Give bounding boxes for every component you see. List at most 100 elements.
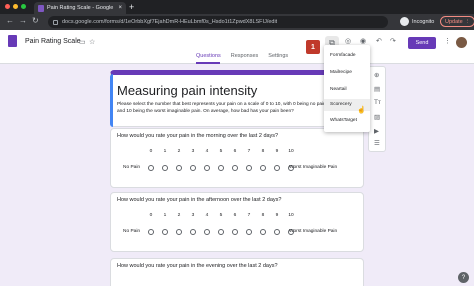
- add-title-icon[interactable]: Tт: [374, 99, 381, 106]
- scale-number: 7: [247, 149, 251, 154]
- back-icon[interactable]: ←: [6, 16, 14, 25]
- question-toolbar: ⊕ ▤ Tт ▨ ▶ ☰: [368, 66, 386, 152]
- scale-radio-2[interactable]: [176, 229, 182, 235]
- active-tab-indicator: [196, 62, 220, 64]
- close-tab-icon[interactable]: ×: [118, 5, 122, 11]
- scale-number: 6: [233, 149, 237, 154]
- scale-radio-1[interactable]: [162, 229, 168, 235]
- scale-radio-5[interactable]: [218, 165, 224, 171]
- scale-radio-8[interactable]: [260, 229, 266, 235]
- scale-radio-3[interactable]: [190, 229, 196, 235]
- scale-number: 0: [149, 149, 153, 154]
- scale-radio-5[interactable]: [218, 229, 224, 235]
- form-heading[interactable]: Measuring pain intensity: [117, 83, 257, 98]
- scale-radio-7[interactable]: [246, 165, 252, 171]
- redo-icon[interactable]: ↷: [390, 37, 396, 45]
- scale-radio-0[interactable]: [148, 165, 154, 171]
- scale-number: 5: [219, 149, 223, 154]
- undo-icon[interactable]: ↶: [376, 37, 382, 45]
- scale-radio-9[interactable]: [274, 165, 280, 171]
- palette-icon[interactable]: ◎: [345, 37, 351, 45]
- incognito-label: Incognito: [412, 18, 435, 25]
- send-button[interactable]: Send: [408, 37, 436, 49]
- form-title[interactable]: Pain Rating Scale: [25, 38, 81, 45]
- scale-number: 6: [233, 213, 237, 218]
- browser-tab[interactable]: Pain Rating Scale - Google Form ×: [34, 2, 126, 14]
- more-options-icon[interactable]: ⋮: [444, 37, 451, 45]
- address-bar-row: ← → ↻ docs.google.com/forms/d/1eOrbbXgf7…: [0, 14, 474, 30]
- incognito-icon: [400, 17, 409, 26]
- google-forms-logo-icon[interactable]: [8, 35, 17, 47]
- scale-radio-2[interactable]: [176, 165, 182, 171]
- update-button[interactable]: Update ⋮: [440, 16, 474, 27]
- close-window-dot[interactable]: [5, 4, 10, 9]
- folder-icon[interactable]: ▭: [79, 38, 86, 46]
- linear-scale: 0 1 2 3 4 5 6 7 8 9 10 No Pain Worst Imaginable Pain: [111, 129, 365, 189]
- new-tab-button[interactable]: +: [129, 2, 134, 12]
- question-card[interactable]: How would you rate your pain in the even…: [110, 258, 364, 286]
- form-description[interactable]: Please select the number that best repre…: [117, 102, 327, 115]
- add-image-icon[interactable]: ▨: [374, 113, 380, 121]
- lock-icon: [53, 19, 58, 25]
- pointer-cursor-icon: ☝: [357, 107, 366, 114]
- maximize-window-dot[interactable]: [21, 4, 26, 9]
- update-label: Update: [445, 18, 463, 25]
- tab-responses[interactable]: Responses: [231, 53, 259, 59]
- scale-high-label: Worst Imaginable Pain: [289, 229, 338, 234]
- menu-item-mailrecipe[interactable]: Mailrecipe: [330, 70, 352, 75]
- reload-icon[interactable]: ↻: [32, 16, 39, 25]
- import-questions-icon[interactable]: ▤: [374, 85, 380, 93]
- scale-radio-7[interactable]: [246, 229, 252, 235]
- star-icon[interactable]: ☆: [89, 38, 95, 46]
- scale-number: 5: [219, 213, 223, 218]
- incognito-indicator[interactable]: Incognito: [400, 17, 434, 26]
- tab-questions[interactable]: Questions: [196, 53, 221, 59]
- addons-menu: Formfacade Mailrecipe Neartail Scorecery…: [324, 45, 370, 132]
- scale-number: 3: [191, 213, 195, 218]
- forward-icon[interactable]: →: [19, 16, 27, 25]
- step-badge: 1: [306, 40, 320, 54]
- minimize-window-dot[interactable]: [13, 4, 18, 9]
- tab-settings[interactable]: Settings: [268, 53, 288, 59]
- browser-tab-bar: Pain Rating Scale - Google Form × +: [0, 0, 474, 14]
- scale-number: 10: [288, 149, 294, 154]
- tab-title: Pain Rating Scale - Google Form: [47, 5, 115, 11]
- scale-radio-6[interactable]: [232, 165, 238, 171]
- question-card[interactable]: How would you rate your pain in the afte…: [110, 192, 364, 252]
- menu-item-whatstarget[interactable]: WhatsTarget: [330, 118, 357, 123]
- scale-number: 9: [275, 213, 279, 218]
- scale-radio-3[interactable]: [190, 165, 196, 171]
- menu-item-formfacade[interactable]: Formfacade: [330, 53, 356, 58]
- scale-low-label: No Pain: [123, 165, 141, 170]
- more-menu-icon: ⋮: [464, 18, 471, 25]
- add-question-icon[interactable]: ⊕: [374, 71, 379, 79]
- menu-item-neartail[interactable]: Neartail: [330, 87, 347, 92]
- avatar[interactable]: [456, 37, 467, 48]
- question-card[interactable]: How would you rate your pain in the morn…: [110, 128, 364, 188]
- scale-number: 4: [205, 149, 209, 154]
- scale-number: 8: [261, 213, 265, 218]
- help-icon[interactable]: ?: [458, 272, 469, 283]
- scale-radio-9[interactable]: [274, 229, 280, 235]
- scale-number: 7: [247, 213, 251, 218]
- scale-radio-4[interactable]: [204, 229, 210, 235]
- selected-card-accent: [110, 74, 113, 127]
- linear-scale: 0 1 2 3 4 5 6 7 8 9 10 No Pain Worst Imaginable Pain: [111, 193, 365, 253]
- preview-eye-icon[interactable]: ◉: [360, 37, 366, 45]
- form-tabs: Questions Responses Settings: [196, 53, 288, 59]
- scale-radio-1[interactable]: [162, 165, 168, 171]
- url-text: docs.google.com/forms/d/1eOrbbXgf7EjahDm…: [62, 19, 278, 25]
- scale-number: 10: [288, 213, 294, 218]
- url-field[interactable]: docs.google.com/forms/d/1eOrbbXgf7EjahDm…: [48, 16, 388, 28]
- scale-radio-4[interactable]: [204, 165, 210, 171]
- scale-radio-0[interactable]: [148, 229, 154, 235]
- window-controls: [5, 4, 26, 9]
- scale-radio-6[interactable]: [232, 229, 238, 235]
- scale-number: 3: [191, 149, 195, 154]
- scale-radio-8[interactable]: [260, 165, 266, 171]
- scale-low-label: No Pain: [123, 229, 141, 234]
- add-video-icon[interactable]: ▶: [374, 127, 379, 135]
- add-section-icon[interactable]: ☰: [374, 139, 380, 147]
- question-title: How would you rate your pain in the even…: [117, 263, 278, 269]
- scale-number: 2: [177, 149, 181, 154]
